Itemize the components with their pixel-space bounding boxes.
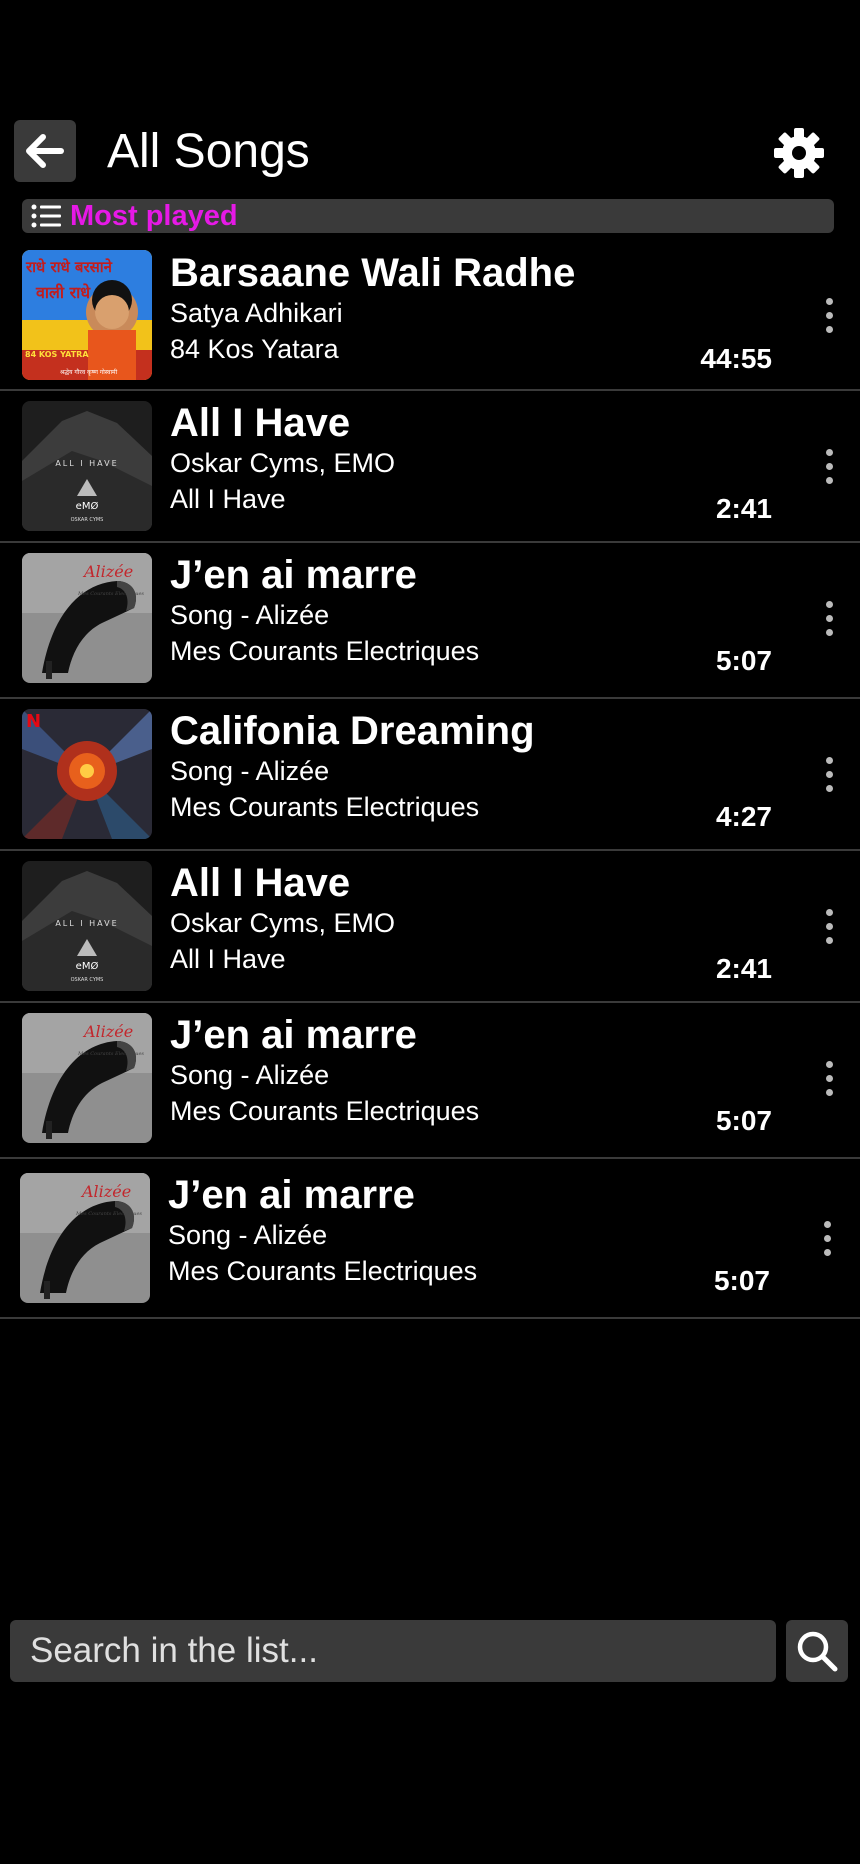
album-cover: N: [22, 709, 152, 839]
more-options-icon[interactable]: [812, 588, 846, 648]
cover-text-radhe-top: राधे राधे बरसाने: [25, 258, 113, 276]
arrow-left-icon: [26, 134, 64, 168]
album-cover: ALL I HAVE eMØ OSKAR CYMS: [22, 861, 152, 991]
cover-text-alizee-album: Mes Courants Electriques: [75, 1211, 142, 1217]
list-icon: [30, 203, 62, 229]
song-row[interactable]: Alizée Mes Courants Electriques J’en ai …: [0, 1003, 860, 1159]
cover-text-alizee-album: Mes Courants Electriques: [77, 1051, 144, 1057]
song-row[interactable]: ALL I HAVE eMØ OSKAR CYMS All I Have Osk…: [0, 391, 860, 543]
song-album: All I Have: [170, 944, 286, 974]
song-album: Mes Courants Electriques: [170, 1096, 480, 1126]
cover-text-allihave-artist: OSKAR CYMS: [71, 977, 104, 983]
song-duration: 5:07: [715, 645, 772, 676]
cover-text-allihave-title: ALL I HAVE: [55, 459, 118, 468]
song-album: Mes Courants Electriques: [170, 636, 480, 666]
cover-text-allihave-title: ALL I HAVE: [55, 919, 118, 928]
more-options-icon[interactable]: [812, 744, 846, 804]
song-artist: Song - Alizée: [170, 1060, 330, 1090]
album-cover: ALL I HAVE eMØ OSKAR CYMS: [22, 401, 152, 531]
album-cover: राधे राधे बरसाने वाली राधे 84 KOS YATRA …: [22, 250, 152, 380]
back-button[interactable]: [14, 120, 76, 182]
cover-text-radhe-bottom: श्रद्धेय गौरव कृष्ण गोस्वामी: [60, 368, 118, 376]
song-row[interactable]: ALL I HAVE eMØ OSKAR CYMS All I Have Osk…: [0, 851, 860, 1003]
song-title: All I Have: [170, 861, 351, 905]
cover-text-allihave-artist: OSKAR CYMS: [71, 517, 104, 523]
more-options-icon[interactable]: [812, 436, 846, 496]
song-row[interactable]: राधे राधे बरसाने वाली राधे 84 KOS YATRA …: [0, 243, 860, 391]
search-button[interactable]: [786, 1620, 848, 1682]
song-title: J’en ai marre: [170, 1013, 417, 1057]
song-duration: 44:55: [700, 343, 772, 374]
song-artist: Song - Alizée: [170, 756, 330, 786]
song-album: 84 Kos Yatara: [170, 334, 339, 364]
song-title: J’en ai marre: [170, 553, 417, 597]
cover-text-radhe-mid: वाली राधे: [35, 283, 91, 302]
album-cover: Alizée Mes Courants Electriques: [22, 553, 152, 683]
gear-icon: [774, 128, 824, 178]
cover-text-alizee-name: Alizée: [80, 1182, 131, 1201]
album-cover: Alizée Mes Courants Electriques: [20, 1173, 150, 1303]
song-duration: 5:07: [713, 1265, 770, 1296]
song-duration: 5:07: [715, 1105, 772, 1136]
song-row[interactable]: Alizée Mes Courants Electriques J’en ai …: [0, 543, 860, 699]
song-album: Mes Courants Electriques: [168, 1256, 478, 1286]
song-artist: Oskar Cyms, EMO: [170, 448, 396, 478]
sort-label: Most played: [70, 200, 238, 232]
song-row[interactable]: N Califonia Dreaming Song - Alizée Mes C…: [0, 699, 860, 851]
song-title: Barsaane Wali Radhe: [170, 251, 576, 295]
search-icon: [797, 1631, 838, 1672]
cover-text-alizee-album: Mes Courants Electriques: [77, 591, 144, 597]
song-album: Mes Courants Electriques: [170, 792, 480, 822]
more-options-icon[interactable]: [812, 896, 846, 956]
song-row[interactable]: Alizée Mes Courants Electriques J’en ai …: [0, 1159, 860, 1319]
song-artist: Oskar Cyms, EMO: [170, 908, 396, 938]
cover-text-alizee-name: Alizée: [82, 562, 133, 581]
more-options-icon[interactable]: [812, 1048, 846, 1108]
song-artist: Song - Alizée: [170, 600, 330, 630]
song-title: All I Have: [170, 401, 351, 445]
cover-text-allihave-logo: eMØ: [76, 960, 99, 972]
song-title: J’en ai marre: [168, 1173, 415, 1217]
cover-text-radhe-badge: 84 KOS YATRA: [25, 350, 89, 359]
cover-text-alizee-name: Alizée: [82, 1022, 133, 1041]
page-title: All Songs: [107, 125, 310, 178]
song-list: राधे राधे बरसाने वाली राधे 84 KOS YATRA …: [0, 243, 860, 1319]
app-header: All Songs: [0, 120, 860, 182]
cover-text-allihave-logo: eMØ: [76, 500, 99, 512]
song-duration: 2:41: [715, 953, 772, 984]
album-cover: Alizée Mes Courants Electriques: [22, 1013, 152, 1143]
song-title: Califonia Dreaming: [170, 709, 535, 753]
song-duration: 4:27: [715, 801, 772, 832]
cover-text-netflix-logo: N: [26, 711, 41, 732]
sort-selector[interactable]: Most played: [22, 199, 834, 233]
settings-button[interactable]: [770, 124, 828, 182]
search-field[interactable]: [10, 1620, 776, 1682]
search-input[interactable]: [10, 1620, 776, 1682]
song-artist: Song - Alizée: [168, 1220, 328, 1250]
song-album: All I Have: [170, 484, 286, 514]
more-options-icon[interactable]: [810, 1208, 844, 1268]
more-options-icon[interactable]: [812, 285, 846, 345]
song-duration: 2:41: [715, 493, 772, 524]
song-artist: Satya Adhikari: [170, 298, 343, 328]
